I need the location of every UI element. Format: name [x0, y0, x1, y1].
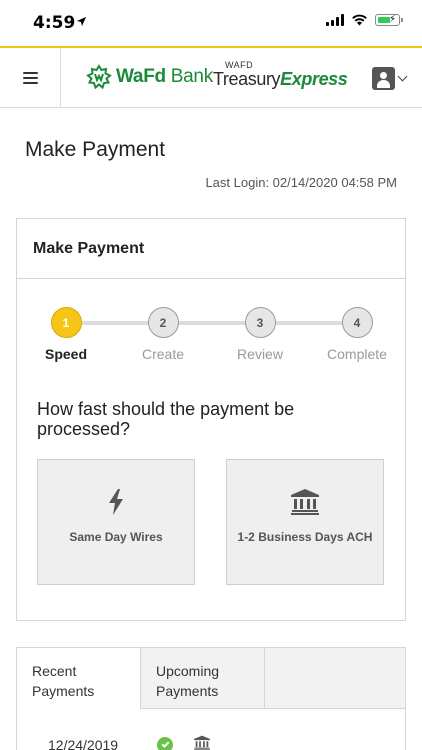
tab-spacer: [265, 648, 405, 709]
wizard-stepper: 1 Speed 2 Create 3 Review 4 Complete: [17, 307, 407, 367]
app-header: WaFd Bank WAFD TreasuryExpress: [0, 46, 422, 108]
tab-label-line: Payments: [156, 683, 219, 699]
hamburger-menu-icon: [22, 72, 38, 84]
bank-logo-suffix: Bank: [165, 66, 213, 87]
make-payment-panel: Make Payment 1 Speed 2 Create 3 Review 4…: [16, 218, 406, 621]
option-label: Same Day Wires: [69, 530, 163, 544]
step-label: Review: [237, 346, 283, 362]
step-label: Complete: [327, 346, 387, 362]
menu-button[interactable]: [0, 48, 61, 108]
last-login-text: Last Login: 02/14/2020 04:58 PM: [205, 175, 397, 190]
speed-question: How fast should the payment be processed…: [37, 399, 295, 439]
bank-logo-prefix: WaFd: [116, 66, 166, 87]
status-icons: ⚡: [326, 14, 403, 26]
location-arrow-icon: [76, 16, 87, 27]
step-number: 4: [341, 307, 373, 338]
bank-building-icon: [291, 488, 319, 516]
panel-title: Make Payment: [33, 239, 145, 257]
status-bar: 4:59 ⚡: [0, 0, 422, 46]
ach-option[interactable]: 1-2 Business Days ACH: [226, 459, 384, 585]
panel-header: Make Payment: [17, 219, 405, 279]
user-account-icon: [372, 67, 395, 90]
step-number: 3: [244, 307, 276, 338]
step-create[interactable]: 2 Create: [118, 307, 208, 362]
payment-date: 12/24/2019: [48, 737, 119, 750]
wafd-leaf-icon: [86, 64, 112, 90]
bank-building-icon: [194, 735, 210, 750]
step-number: 2: [147, 307, 179, 338]
tab-label-line: Payments: [32, 683, 95, 699]
wafd-bank-logo[interactable]: WaFd Bank: [86, 64, 213, 90]
wifi-icon: [352, 14, 367, 26]
tab-label-line: Upcoming: [156, 663, 220, 679]
step-review[interactable]: 3 Review: [215, 307, 305, 362]
step-speed[interactable]: 1 Speed: [21, 307, 111, 362]
option-label: 1-2 Business Days ACH: [237, 530, 373, 544]
step-label: Speed: [44, 346, 87, 362]
treasury-logo-accent: Express: [280, 69, 348, 89]
lightning-bolt-icon: [108, 488, 124, 516]
battery-charging-icon: ⚡: [375, 14, 403, 26]
payments-tabs: Recent Payments Upcoming Payments 12/24/…: [16, 647, 406, 750]
step-complete[interactable]: 4 Complete: [312, 307, 402, 362]
tab-row: Recent Payments Upcoming Payments: [17, 648, 405, 709]
same-day-wires-option[interactable]: Same Day Wires: [37, 459, 195, 585]
tab-recent-payments[interactable]: Recent Payments: [17, 648, 141, 709]
cellular-signal-icon: [326, 14, 344, 26]
step-number: 1: [50, 307, 82, 338]
page-title: Make Payment: [25, 138, 166, 161]
user-menu-button[interactable]: [372, 67, 408, 90]
chevron-down-icon: [397, 71, 408, 82]
tab-upcoming-payments[interactable]: Upcoming Payments: [141, 648, 265, 709]
status-time: 4:59: [33, 13, 76, 33]
check-circle-icon: [157, 737, 173, 750]
table-row[interactable]: 12/24/2019: [17, 709, 405, 750]
step-label: Create: [141, 346, 185, 362]
treasury-logo-main: Treasury: [213, 69, 281, 89]
tab-label-line: Recent: [32, 663, 77, 679]
